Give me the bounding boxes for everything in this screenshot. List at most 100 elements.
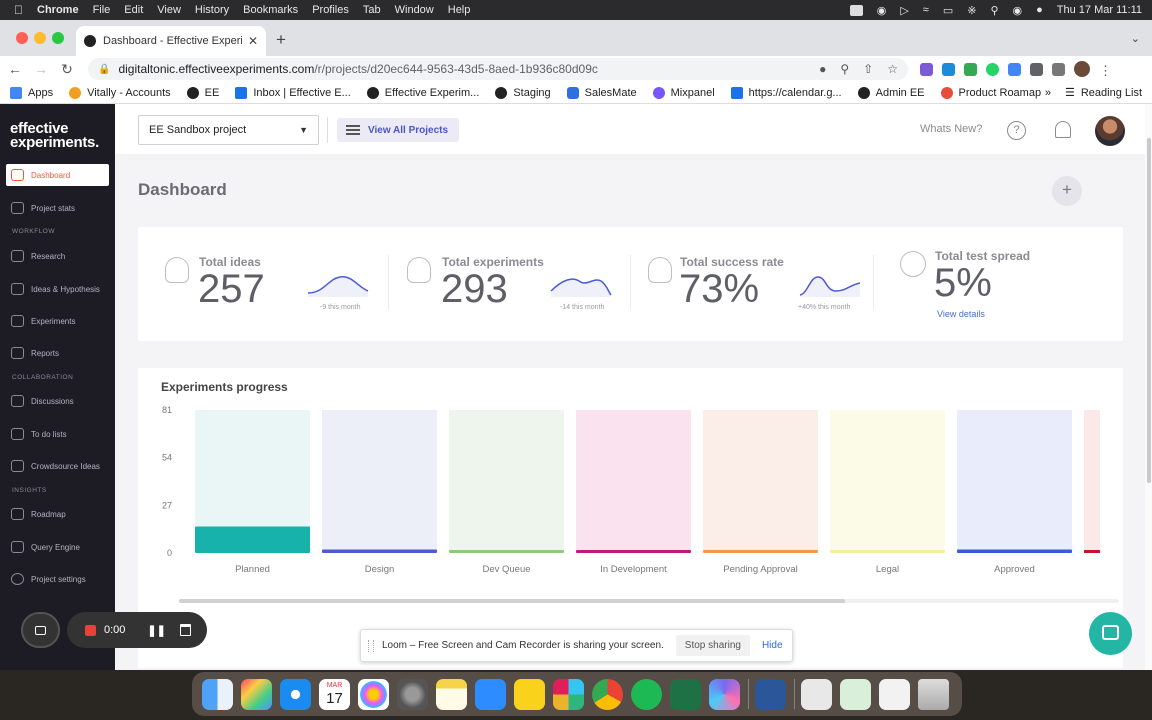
bookmark-product-roamap[interactable]: Product Roamap (940, 86, 1041, 99)
control-center-icon[interactable]: ◉ (1013, 4, 1023, 17)
zoom-window-button[interactable] (52, 32, 64, 44)
chart-scrollbar[interactable] (179, 599, 845, 603)
trash-icon[interactable] (918, 678, 949, 710)
system-preferences-icon[interactable] (397, 678, 428, 710)
bookmark-effective-experiments[interactable]: Effective Experim... (366, 86, 479, 99)
clickup-icon[interactable] (709, 678, 740, 710)
extension-icon[interactable] (920, 62, 933, 76)
trash-icon[interactable] (179, 624, 191, 636)
sidebar-item-research[interactable]: Research (6, 245, 109, 267)
menu-bookmarks[interactable]: Bookmarks (243, 4, 298, 16)
bookmark-star-icon[interactable]: ☆ (887, 62, 898, 76)
apple-icon[interactable]:  (14, 3, 23, 17)
bookmark-salesmate[interactable]: SalesMate (566, 86, 637, 99)
menu-history[interactable]: History (195, 4, 229, 16)
photos-icon[interactable] (358, 678, 389, 710)
menu-profiles[interactable]: Profiles (312, 4, 349, 16)
sidebar-item-query-engine[interactable]: Query Engine (6, 536, 109, 558)
sidebar-item-crowdsource[interactable]: Crowdsource Ideas (6, 455, 109, 477)
bookmark-inbox[interactable]: Inbox | Effective E... (235, 86, 351, 99)
miro-icon[interactable] (514, 678, 545, 710)
siri-icon[interactable]: ● (1036, 4, 1043, 16)
mic-icon[interactable]: ● (819, 62, 826, 76)
browser-tab[interactable]: Dashboard - Effective Experim ✕ (76, 26, 266, 56)
slack-icon[interactable] (553, 678, 584, 710)
extension-icon[interactable] (986, 62, 999, 76)
bluetooth-icon[interactable]: ※ (967, 4, 976, 17)
view-details-link[interactable]: View details (937, 309, 985, 319)
word-icon[interactable] (755, 678, 786, 710)
extension-icon[interactable] (964, 62, 977, 76)
launchpad-icon[interactable] (241, 678, 272, 710)
calendar-icon[interactable]: MAR 17 (319, 678, 350, 710)
new-tab-button[interactable]: + (276, 30, 286, 50)
bookmark-ee[interactable]: EE (186, 86, 219, 99)
menu-help[interactable]: Help (448, 4, 471, 16)
bookmark-calendar[interactable]: https://calendar.g... (730, 86, 842, 99)
notes-icon[interactable] (436, 678, 467, 710)
whats-new-link[interactable]: Whats New? (920, 123, 982, 135)
sidebar-item-reports[interactable]: Reports (6, 342, 109, 364)
search-icon[interactable]: ⚲ (990, 4, 998, 17)
screenshot-thumbnail-icon[interactable] (879, 678, 910, 710)
sidebar-item-experiments[interactable]: Experiments (6, 310, 109, 332)
menu-edit[interactable]: Edit (124, 4, 143, 16)
forward-button[interactable]: → (30, 61, 52, 77)
stop-record-icon[interactable] (85, 624, 96, 636)
menu-view[interactable]: View (157, 4, 181, 16)
help-icon[interactable]: ? (1007, 121, 1026, 140)
bell-icon[interactable] (1055, 121, 1071, 138)
zoom-icon[interactable]: ⚲ (840, 62, 849, 76)
menu-tab[interactable]: Tab (363, 4, 381, 16)
record-icon[interactable]: ◉ (877, 4, 887, 17)
extension-icon[interactable] (942, 62, 955, 76)
tab-search-icon[interactable]: ⌄ (1131, 32, 1140, 45)
bookmark-staging[interactable]: Staging (495, 86, 551, 99)
share-icon[interactable]: ⇧ (863, 62, 873, 76)
bookmark-apps[interactable]: Apps (10, 86, 53, 99)
back-button[interactable]: ← (4, 61, 26, 77)
project-select[interactable]: EE Sandbox project ▼ (138, 115, 319, 145)
bookmark-mixpanel[interactable]: Mixpanel (652, 86, 715, 99)
avatar[interactable] (1095, 116, 1125, 146)
zoom-app-icon[interactable] (475, 678, 506, 710)
menu-app-name[interactable]: Chrome (37, 4, 79, 16)
menu-window[interactable]: Window (395, 4, 434, 16)
pause-icon[interactable]: ❚❚ (147, 624, 165, 637)
close-window-button[interactable] (16, 32, 28, 44)
battery-icon[interactable]: ▭ (943, 4, 953, 17)
sidebar-item-discussions[interactable]: Discussions (6, 390, 109, 412)
logo[interactable]: effective experiments. (10, 121, 99, 150)
close-tab-icon[interactable]: ✕ (248, 34, 258, 48)
address-bar[interactable]: 🔒 digitaltonic.effectiveexperiments.com /… (88, 58, 908, 80)
spreadsheet-thumbnail-icon[interactable] (840, 678, 871, 710)
stop-sharing-button[interactable]: Stop sharing (675, 635, 750, 656)
wifi-icon[interactable]: ≈ (923, 4, 929, 16)
sidebar-item-dashboard[interactable]: Dashboard (6, 164, 109, 186)
sidebar-item-ideas[interactable]: Ideas & Hypothesis (6, 278, 109, 300)
puzzle-icon[interactable] (1030, 62, 1043, 76)
page-scrollbar[interactable] (1147, 138, 1151, 483)
loom-tray-icon[interactable] (849, 4, 863, 16)
reading-mode-icon[interactable] (1052, 62, 1065, 76)
reload-button[interactable]: ↻ (56, 61, 78, 78)
add-widget-button[interactable]: + (1052, 176, 1082, 206)
reading-list-button[interactable]: » ☰ Reading List (1045, 86, 1142, 100)
minimize-window-button[interactable] (34, 32, 46, 44)
view-all-projects-button[interactable]: View All Projects (337, 118, 459, 142)
extension-icon[interactable] (1008, 62, 1021, 76)
safari-icon[interactable] (280, 678, 311, 710)
more-menu-icon[interactable]: ⋮ (1099, 63, 1112, 78)
excel-icon[interactable] (670, 678, 701, 710)
chrome-icon[interactable] (592, 678, 623, 710)
sidebar-item-project-settings[interactable]: Project settings (6, 568, 109, 590)
lock-icon[interactable]: 🔒 (98, 64, 110, 75)
sidebar-item-roadmap[interactable]: Roadmap (6, 503, 109, 525)
finder-icon[interactable] (202, 678, 233, 710)
play-icon[interactable]: ▷ (900, 4, 908, 17)
pdf-document-icon[interactable] (801, 678, 832, 710)
drag-handle-icon[interactable] (368, 639, 374, 652)
spotify-icon[interactable] (631, 678, 662, 710)
chevron-more-icon[interactable]: » (1045, 87, 1051, 99)
loom-camera-button[interactable] (21, 612, 60, 648)
